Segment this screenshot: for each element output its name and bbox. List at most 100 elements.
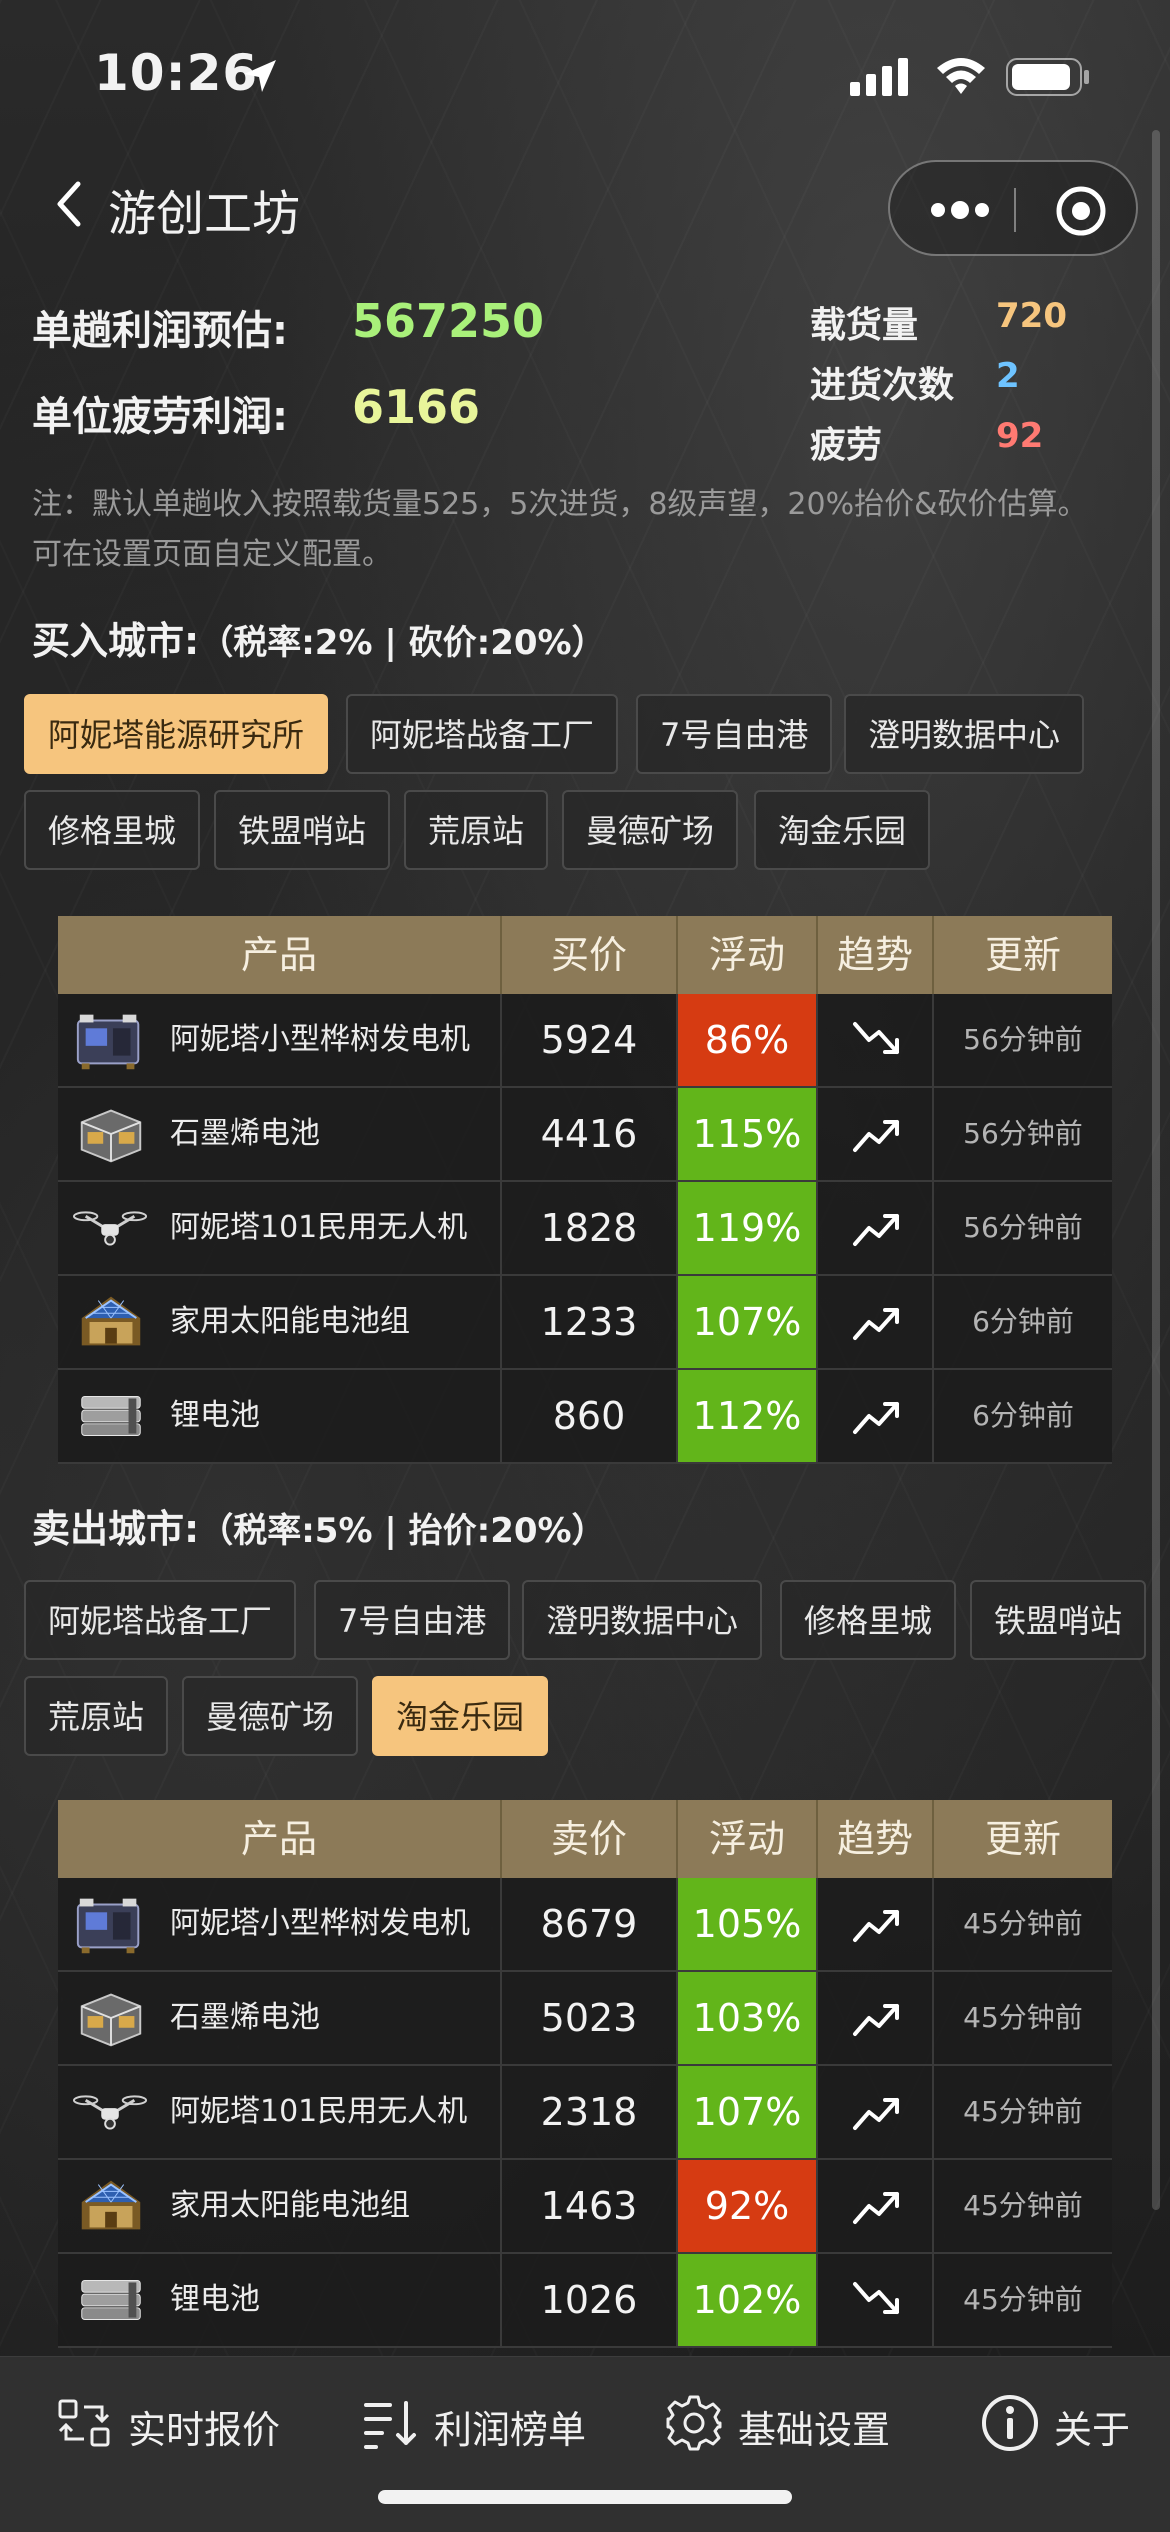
table-row[interactable]: 阿妮塔小型桦树发电机 5924 86% 56分钟前 [58, 994, 1112, 1088]
buy-city-chip[interactable]: 荒原站 [404, 790, 549, 870]
page-title: 游创工坊 [108, 186, 301, 242]
trend-up-icon [853, 1214, 899, 1246]
product-name: 家用太阳能电池组 [170, 1304, 410, 1339]
capacity-value: 720 [996, 296, 1067, 336]
buy-city-chip[interactable]: 修格里城 [24, 790, 201, 870]
sell-city-chip[interactable]: 阿妮塔战备工厂 [24, 1580, 297, 1660]
buy-city-chip[interactable]: 铁盟哨站 [214, 790, 391, 870]
updated-cell: 56分钟前 [963, 1211, 1083, 1244]
product-name: 锂电池 [170, 1398, 260, 1433]
trend-up-icon [853, 1120, 899, 1152]
capsule-divider [1014, 188, 1016, 232]
float-badge: 115% [678, 1088, 818, 1180]
sell-city-chip[interactable]: 澄明数据中心 [522, 1580, 763, 1660]
battery-icon [1006, 58, 1089, 96]
sell-city-chip[interactable]: 淘金乐园 [372, 1676, 549, 1756]
table-row[interactable]: 锂电池 860 112% 6分钟前 [58, 1370, 1112, 1464]
price-cell: 1828 [502, 1182, 678, 1274]
product-cell: 阿妮塔小型桦树发电机 [58, 1878, 502, 1970]
float-badge: 107% [678, 2066, 818, 2158]
float-badge: 86% [678, 994, 818, 1086]
table-row[interactable]: 阿妮塔101民用无人机 1828 119% 56分钟前 [58, 1182, 1112, 1276]
solar-panel-icon [81, 1296, 141, 1346]
price-cell: 5023 [502, 1972, 678, 2064]
table-header: 产品 买价 浮动 趋势 更新 [58, 916, 1112, 994]
float-badge: 102% [678, 2254, 818, 2346]
bottom-tab-bar: 实时报价 利润榜单 基础设置 关于 [0, 2356, 1170, 2532]
header-float: 浮动 [678, 916, 818, 994]
home-indicator [378, 2490, 792, 2504]
updated-cell: 56分钟前 [963, 1117, 1083, 1150]
back-chevron-icon[interactable] [52, 178, 88, 230]
table-row[interactable]: 阿妮塔101民用无人机 2318 107% 45分钟前 [58, 2066, 1112, 2160]
table-row[interactable]: 家用太阳能电池组 1463 92% 45分钟前 [58, 2160, 1112, 2254]
trip-profit-value: 567250 [352, 294, 545, 348]
updated-cell: 45分钟前 [963, 2095, 1083, 2128]
product-cell: 家用太阳能电池组 [58, 1276, 502, 1368]
float-badge: 107% [678, 1276, 818, 1368]
table-row[interactable]: 阿妮塔小型桦树发电机 8679 105% 45分钟前 [58, 1878, 1112, 1972]
sell-price-table: 产品 卖价 浮动 趋势 更新 阿妮塔小型桦树发电机 8679 105% 45分钟前 石墨… [58, 1800, 1112, 2348]
restock-value: 2 [996, 356, 1020, 396]
trend-up-icon [853, 1910, 899, 1942]
close-miniprogram-icon[interactable] [1054, 184, 1108, 238]
drone-icon [72, 2095, 148, 2130]
sell-city-chip[interactable]: 修格里城 [780, 1580, 957, 1660]
wifi-icon [937, 58, 985, 94]
buy-city-chip[interactable]: 7号自由港 [636, 694, 833, 774]
table-header: 产品 卖价 浮动 趋势 更新 [58, 1800, 1112, 1878]
updated-cell: 6分钟前 [972, 1305, 1074, 1338]
info-icon [982, 2395, 1038, 2451]
fatigue-label: 疲劳 [810, 425, 883, 466]
trend-cell [818, 1370, 934, 1462]
updated-cell: 45分钟前 [963, 2189, 1083, 2222]
capacity-label: 载货量 [810, 305, 919, 346]
trend-cell [818, 1182, 934, 1274]
sell-subtitle: （税率:5% | 抬价:20%） [199, 1511, 606, 1551]
table-row[interactable]: 锂电池 1026 102% 45分钟前 [58, 2254, 1112, 2348]
table-row[interactable]: 家用太阳能电池组 1233 107% 6分钟前 [58, 1276, 1112, 1370]
header-trend: 趋势 [818, 1800, 934, 1878]
product-name: 家用太阳能电池组 [170, 2188, 410, 2223]
table-row[interactable]: 石墨烯电池 5023 103% 45分钟前 [58, 1972, 1112, 2066]
header-product: 产品 [58, 1800, 502, 1878]
more-menu-icon[interactable] [928, 192, 992, 228]
unit-profit-label: 单位疲劳利润: [32, 394, 288, 440]
sell-city-chip[interactable]: 铁盟哨站 [970, 1580, 1147, 1660]
trend-cell [818, 1276, 934, 1368]
updated-cell: 45分钟前 [963, 1907, 1083, 1940]
buy-city-chip[interactable]: 淘金乐园 [754, 790, 931, 870]
trend-cell [818, 1878, 934, 1970]
fatigue-value: 92 [996, 416, 1044, 456]
product-name: 锂电池 [170, 2282, 260, 2317]
buy-city-chip[interactable]: 澄明数据中心 [844, 694, 1085, 774]
product-name: 阿妮塔101民用无人机 [170, 1210, 468, 1245]
product-cell: 家用太阳能电池组 [58, 2160, 502, 2252]
tab-label: 利润榜单 [434, 2408, 587, 2452]
scrollbar[interactable] [1152, 130, 1160, 2210]
header-price: 买价 [502, 916, 678, 994]
buy-price-table: 产品 买价 浮动 趋势 更新 阿妮塔小型桦树发电机 5924 86% 56分钟前 石墨烯… [58, 916, 1112, 1464]
trend-cell [818, 2254, 934, 2346]
buy-city-chip[interactable]: 阿妮塔战备工厂 [346, 694, 619, 774]
header-trend: 趋势 [818, 916, 934, 994]
float-badge: 112% [678, 1370, 818, 1462]
updated-cell: 6分钟前 [972, 1399, 1074, 1432]
table-row[interactable]: 石墨烯电池 4416 115% 56分钟前 [58, 1088, 1112, 1182]
product-cell: 锂电池 [58, 1370, 502, 1462]
header-float: 浮动 [678, 1800, 818, 1878]
header-price: 卖价 [502, 1800, 678, 1878]
buy-city-chip[interactable]: 阿妮塔能源研究所 [24, 694, 329, 774]
trend-up-icon [853, 2004, 899, 2036]
drone-icon [72, 1211, 148, 1246]
sell-city-chip[interactable]: 荒原站 [24, 1676, 169, 1756]
float-badge: 105% [678, 1878, 818, 1970]
price-cell: 4416 [502, 1088, 678, 1180]
buy-city-chip[interactable]: 曼德矿场 [562, 790, 739, 870]
sell-city-chip[interactable]: 曼德矿场 [182, 1676, 359, 1756]
sell-city-chip[interactable]: 7号自由港 [314, 1580, 511, 1660]
buy-section-title: 买入城市:（税率:2% | 砍价:20%） [32, 610, 606, 665]
sell-section-title: 卖出城市:（税率:5% | 抬价:20%） [32, 1498, 606, 1553]
solar-panel-icon [81, 2180, 141, 2230]
price-cell: 860 [502, 1370, 678, 1462]
